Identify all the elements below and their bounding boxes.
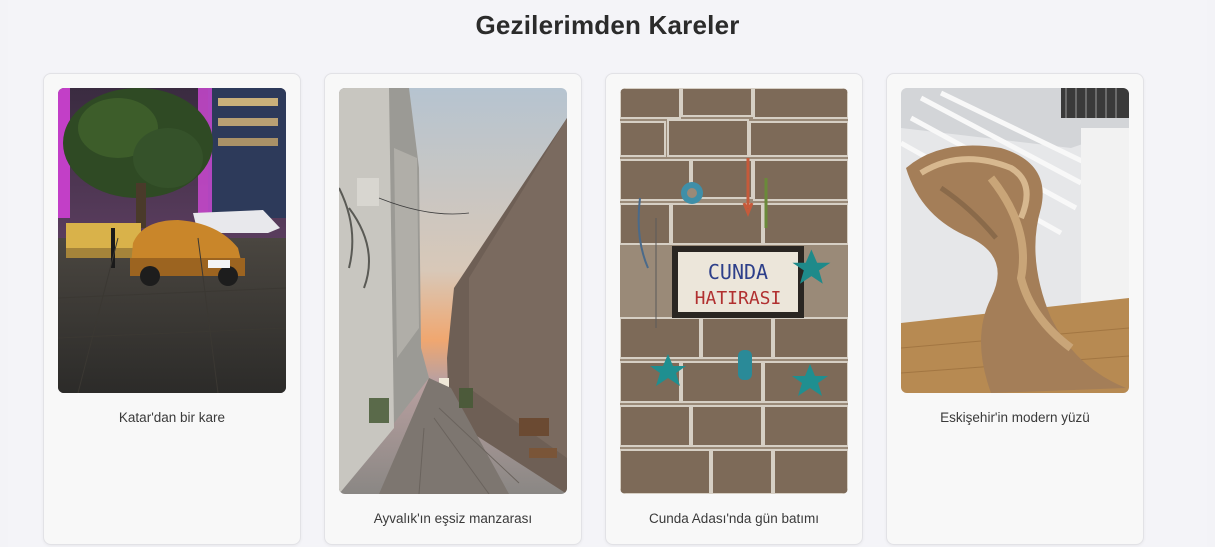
card-caption: Ayvalık'ın eşsiz manzarası <box>373 511 533 526</box>
gallery-card-2[interactable]: Ayvalık'ın eşsiz manzarası <box>324 73 582 545</box>
sign-text-line1: CUNDA <box>708 260 768 284</box>
gallery-card-3[interactable]: CUNDA HATIRASI Cunda Adası'nda gün batım… <box>605 73 863 545</box>
sign-text-line2: HATIRASI <box>695 288 782 309</box>
gallery-title: Gezilerimden Kareler <box>475 10 740 40</box>
card-caption: Katar'dan bir kare <box>118 410 226 425</box>
stone-wall-sign-photo[interactable]: CUNDA HATIRASI <box>620 88 848 494</box>
sculpture-museum-photo[interactable] <box>901 88 1129 393</box>
car-night-street-photo[interactable] <box>58 88 286 393</box>
gallery-card-4[interactable]: Eskişehir'in modern yüzü <box>886 73 1144 545</box>
page: Gezilerimden Kareler Katar'dan bir kare … <box>8 0 1207 547</box>
card-caption: Cunda Adası'nda gün batımı <box>649 511 819 526</box>
card-caption: Eskişehir'in modern yüzü <box>940 410 1090 425</box>
alley-sunset-photo[interactable] <box>339 88 567 494</box>
gallery-card-1[interactable]: Katar'dan bir kare <box>43 73 301 545</box>
